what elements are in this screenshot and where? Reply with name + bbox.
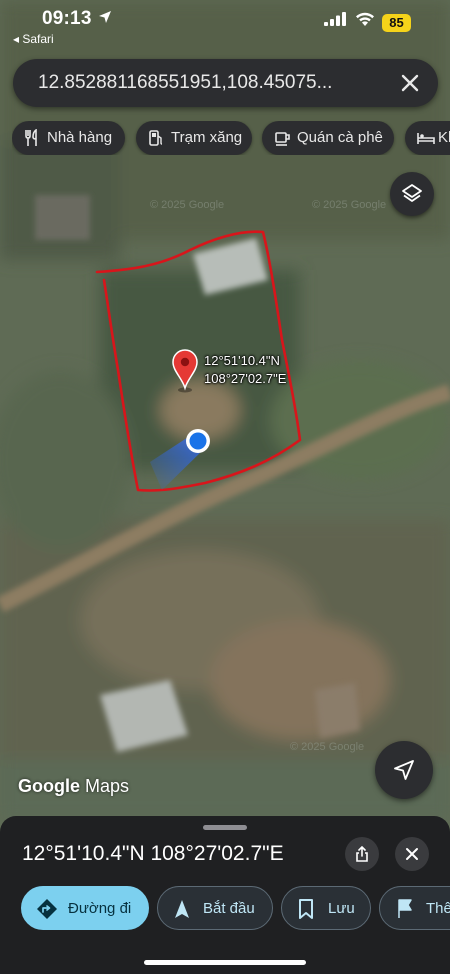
- map-watermark: © 2025 Google: [312, 199, 386, 211]
- directions-label: Đường đi: [68, 900, 132, 917]
- layers-icon: [402, 184, 422, 202]
- pin-latitude: 12°51'10.4"N: [204, 353, 280, 368]
- chip-label: Kh: [438, 129, 450, 146]
- coffee-cup-icon: [275, 132, 290, 146]
- start-button[interactable]: Bắt đầu: [157, 886, 273, 930]
- save-label: Lưu: [328, 900, 355, 917]
- chip-restaurants[interactable]: Nhà hàng: [12, 121, 125, 155]
- navigation-arrow-icon: [394, 760, 414, 780]
- chip-label: Nhà hàng: [47, 129, 113, 146]
- close-icon: [406, 848, 418, 860]
- start-label: Bắt đầu: [203, 900, 255, 917]
- navigation-arrow-icon: [175, 900, 189, 918]
- close-icon[interactable]: [398, 71, 422, 95]
- directions-icon: [37, 899, 57, 919]
- category-chips: Nhà hàng Trạm xăng Quán cà phê Kh: [12, 121, 450, 155]
- close-sheet-button[interactable]: [395, 837, 429, 871]
- location-arrow-icon: [99, 11, 111, 23]
- gas-station-icon: [149, 130, 163, 146]
- current-location-dot: [186, 429, 210, 453]
- add-label-text: Thê: [426, 900, 450, 917]
- chip-label: Quán cà phê: [297, 129, 383, 146]
- google-maps-logo: Google Maps: [18, 776, 129, 797]
- place-title: 12°51'10.4"N 108°27'02.7"E: [22, 842, 284, 865]
- action-buttons-row: Đường đi Bắt đầu Lưu Thê: [0, 886, 450, 932]
- share-icon: [356, 846, 368, 862]
- chip-label: Trạm xăng: [171, 129, 243, 146]
- fork-knife-icon: [25, 129, 37, 146]
- share-button[interactable]: [345, 837, 379, 871]
- my-location-button[interactable]: [375, 741, 433, 799]
- flag-icon: [398, 899, 412, 918]
- search-query[interactable]: 12.852881168551951,108.45075...: [38, 72, 332, 94]
- bookmark-icon: [299, 899, 313, 919]
- bed-icon: [417, 133, 435, 144]
- directions-button[interactable]: Đường đi: [21, 886, 149, 930]
- add-label-button[interactable]: Thê: [379, 886, 450, 930]
- pin-coordinate-label: 12°51'10.4"N 108°27'02.7"E: [204, 352, 286, 388]
- logo-maps: Maps: [80, 776, 130, 796]
- map-watermark: © 2025 Google: [290, 741, 364, 753]
- logo-google: Google: [18, 776, 80, 796]
- sheet-drag-handle[interactable]: [203, 825, 247, 830]
- search-bar[interactable]: 12.852881168551951,108.45075...: [13, 59, 438, 107]
- pin-longitude: 108°27'02.7"E: [204, 371, 287, 386]
- wifi-icon: [356, 12, 374, 26]
- chip-gas-stations[interactable]: Trạm xăng: [136, 121, 252, 155]
- status-bar: 09:13 ◂ Safari 85: [0, 0, 450, 52]
- save-button[interactable]: Lưu: [281, 886, 371, 930]
- chip-hotels[interactable]: Kh: [405, 121, 450, 155]
- back-to-safari-link[interactable]: ◂ Safari: [13, 32, 54, 46]
- home-indicator[interactable]: [144, 960, 306, 965]
- map-layers-button[interactable]: [390, 172, 434, 216]
- cellular-signal-icon: [324, 12, 346, 26]
- status-time: 09:13: [42, 8, 92, 29]
- map-watermark: © 2025 Google: [150, 199, 224, 211]
- battery-indicator: 85: [382, 14, 411, 32]
- chip-coffee-shops[interactable]: Quán cà phê: [262, 121, 394, 155]
